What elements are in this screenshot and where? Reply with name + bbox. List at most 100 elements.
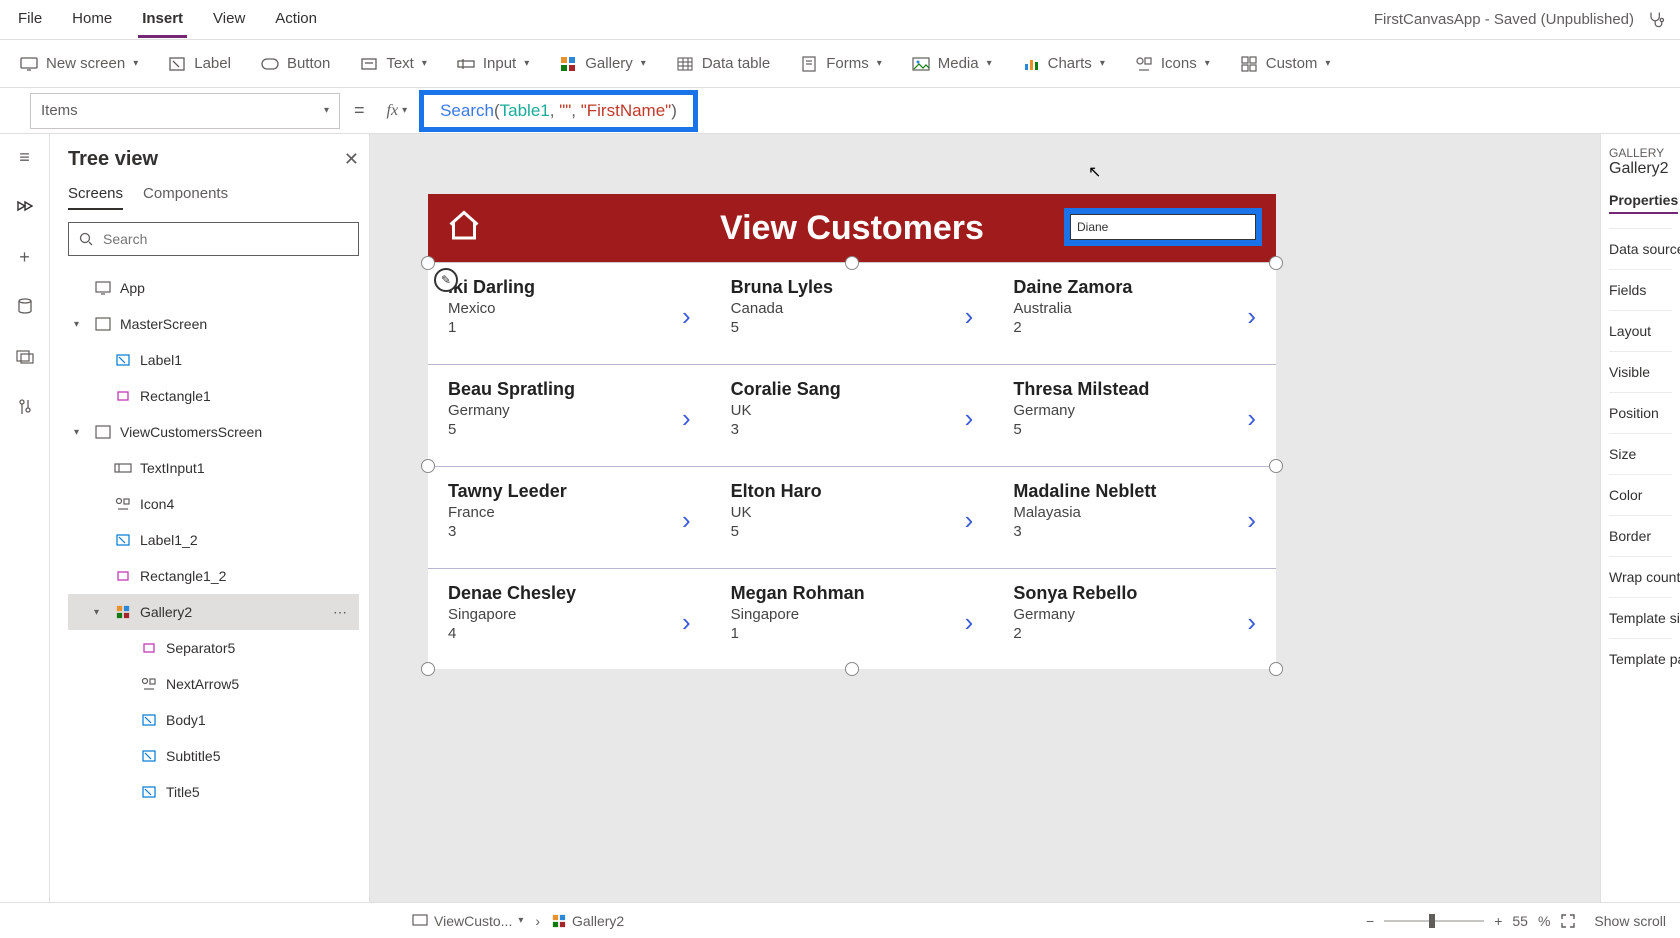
property-data-source[interactable]: Data source bbox=[1609, 228, 1672, 269]
tree-item-nextarrow5[interactable]: NextArrow5 bbox=[68, 666, 359, 702]
zoom-slider[interactable] bbox=[1384, 920, 1484, 922]
insert-icon[interactable]: + bbox=[14, 246, 36, 268]
property-color[interactable]: Color bbox=[1609, 474, 1672, 515]
charts-button[interactable]: Charts▾ bbox=[1022, 55, 1105, 73]
gallery-button[interactable]: Gallery▾ bbox=[559, 55, 646, 73]
properties-tab[interactable]: Properties bbox=[1609, 192, 1678, 214]
more-icon[interactable]: ⋯ bbox=[333, 604, 349, 621]
selection-handle[interactable] bbox=[845, 662, 859, 676]
property-position[interactable]: Position bbox=[1609, 392, 1672, 433]
gallery-item[interactable]: Megan RohmanSingapore1› bbox=[711, 569, 994, 669]
tree-tab-screens[interactable]: Screens bbox=[68, 185, 123, 210]
gallery-item[interactable]: Thresa MilsteadGermany5› bbox=[993, 365, 1276, 466]
selection-handle[interactable] bbox=[1269, 459, 1283, 473]
chevron-right-icon[interactable]: › bbox=[965, 607, 974, 638]
text-button[interactable]: Text▾ bbox=[360, 55, 427, 73]
gallery-item[interactable]: Beau SpratlingGermany5› bbox=[428, 365, 711, 466]
selection-handle[interactable] bbox=[421, 459, 435, 473]
menu-home[interactable]: Home bbox=[68, 2, 116, 38]
media-button[interactable]: Media▾ bbox=[912, 55, 992, 73]
property-layout[interactable]: Layout bbox=[1609, 310, 1672, 351]
formula-input-area[interactable]: fx ▾ Search(Table1, "", "FirstName") bbox=[379, 93, 1680, 129]
tree-item-separator5[interactable]: Separator5 bbox=[68, 630, 359, 666]
property-border[interactable]: Border bbox=[1609, 515, 1672, 556]
edit-template-icon[interactable]: ✎ bbox=[434, 268, 458, 292]
chevron-right-icon[interactable]: › bbox=[1247, 607, 1256, 638]
tree-item-rectangle1[interactable]: Rectangle1 bbox=[68, 378, 359, 414]
property-template-pa[interactable]: Template pa bbox=[1609, 638, 1672, 679]
property-wrap-count[interactable]: Wrap count bbox=[1609, 556, 1672, 597]
data-table-button[interactable]: Data table bbox=[676, 55, 770, 73]
fit-icon[interactable] bbox=[1560, 913, 1576, 929]
chevron-right-icon[interactable]: › bbox=[1247, 505, 1256, 536]
tree-item-textinput1[interactable]: TextInput1 bbox=[68, 450, 359, 486]
home-icon[interactable] bbox=[446, 208, 482, 244]
label-button[interactable]: Label bbox=[168, 55, 231, 73]
zoom-out-button[interactable]: − bbox=[1366, 913, 1374, 929]
tree-item-rectangle1_2[interactable]: Rectangle1_2 bbox=[68, 558, 359, 594]
data-icon[interactable] bbox=[14, 296, 36, 318]
menu-insert[interactable]: Insert bbox=[138, 2, 187, 38]
gallery-item[interactable]: iki DarlingMexico1› bbox=[428, 263, 711, 364]
menu-file[interactable]: File bbox=[14, 2, 46, 38]
gallery-item[interactable]: Bruna LylesCanada5› bbox=[711, 263, 994, 364]
chevron-right-icon[interactable]: › bbox=[682, 607, 691, 638]
gallery-item[interactable]: Denae ChesleySingapore4› bbox=[428, 569, 711, 669]
chevron-right-icon[interactable]: › bbox=[682, 403, 691, 434]
input-button[interactable]: Input▾ bbox=[457, 55, 529, 73]
chevron-right-icon[interactable]: › bbox=[1247, 403, 1256, 434]
property-selector[interactable]: Items ▾ bbox=[30, 93, 340, 129]
chevron-right-icon[interactable]: › bbox=[965, 403, 974, 434]
close-icon[interactable]: ✕ bbox=[344, 149, 359, 170]
selection-handle[interactable] bbox=[845, 256, 859, 270]
menu-view[interactable]: View bbox=[209, 2, 249, 38]
gallery-item[interactable]: Sonya RebelloGermany2› bbox=[993, 569, 1276, 669]
selection-handle[interactable] bbox=[1269, 662, 1283, 676]
hamburger-icon[interactable]: ≡ bbox=[14, 146, 36, 168]
zoom-in-button[interactable]: + bbox=[1494, 913, 1502, 929]
stethoscope-icon[interactable] bbox=[1646, 10, 1666, 30]
breadcrumb-control[interactable]: Gallery2 bbox=[552, 913, 624, 929]
selection-handle[interactable] bbox=[421, 256, 435, 270]
property-template-size[interactable]: Template size bbox=[1609, 597, 1672, 638]
button-button[interactable]: Button bbox=[261, 55, 330, 73]
property-visible[interactable]: Visible bbox=[1609, 351, 1672, 392]
selection-handle[interactable] bbox=[1269, 256, 1283, 270]
tree-item-label1[interactable]: Label1 bbox=[68, 342, 359, 378]
canvas-area[interactable]: ↖ View Customers Diane iki DarlingMexico… bbox=[370, 134, 1600, 902]
gallery-item[interactable]: Madaline NeblettMalayasia3› bbox=[993, 467, 1276, 568]
chevron-right-icon[interactable]: › bbox=[682, 301, 691, 332]
tree-item-app[interactable]: App bbox=[68, 270, 359, 306]
forms-button[interactable]: Forms▾ bbox=[800, 55, 882, 73]
tree-view-icon[interactable] bbox=[14, 196, 36, 218]
chevron-right-icon[interactable]: › bbox=[965, 301, 974, 332]
custom-button[interactable]: Custom▾ bbox=[1240, 55, 1331, 73]
tree-item-title5[interactable]: Title5 bbox=[68, 774, 359, 810]
property-fields[interactable]: Fields bbox=[1609, 269, 1672, 310]
breadcrumb-screen[interactable]: ViewCusto... ▾ bbox=[412, 913, 523, 929]
gallery-item[interactable]: Tawny LeederFrance3› bbox=[428, 467, 711, 568]
tree-item-body1[interactable]: Body1 bbox=[68, 702, 359, 738]
tree-item-icon4[interactable]: Icon4 bbox=[68, 486, 359, 522]
new-screen-button[interactable]: New screen ▾ bbox=[20, 55, 138, 73]
selection-handle[interactable] bbox=[421, 662, 435, 676]
chevron-right-icon[interactable]: › bbox=[965, 505, 974, 536]
property-size[interactable]: Size bbox=[1609, 433, 1672, 474]
icons-button[interactable]: Icons▾ bbox=[1135, 55, 1210, 73]
chevron-right-icon[interactable]: › bbox=[1247, 301, 1256, 332]
gallery-item[interactable]: Elton HaroUK5› bbox=[711, 467, 994, 568]
gallery-control[interactable]: iki DarlingMexico1›Bruna LylesCanada5›Da… bbox=[428, 262, 1276, 669]
menu-action[interactable]: Action bbox=[271, 2, 321, 38]
tree-item-label1_2[interactable]: Label1_2 bbox=[68, 522, 359, 558]
tree-item-gallery2[interactable]: ▾Gallery2⋯ bbox=[68, 594, 359, 630]
tree-search-input[interactable] bbox=[101, 230, 348, 248]
chevron-right-icon[interactable]: › bbox=[682, 505, 691, 536]
tree-search[interactable] bbox=[68, 222, 359, 256]
media-rail-icon[interactable] bbox=[14, 346, 36, 368]
gallery-item[interactable]: Coralie SangUK3› bbox=[711, 365, 994, 466]
tree-tab-components[interactable]: Components bbox=[143, 185, 228, 210]
tree-item-subtitle5[interactable]: Subtitle5 bbox=[68, 738, 359, 774]
tree-item-viewcustomersscreen[interactable]: ▾ViewCustomersScreen bbox=[68, 414, 359, 450]
tree-item-masterscreen[interactable]: ▾MasterScreen bbox=[68, 306, 359, 342]
tools-icon[interactable] bbox=[14, 396, 36, 418]
